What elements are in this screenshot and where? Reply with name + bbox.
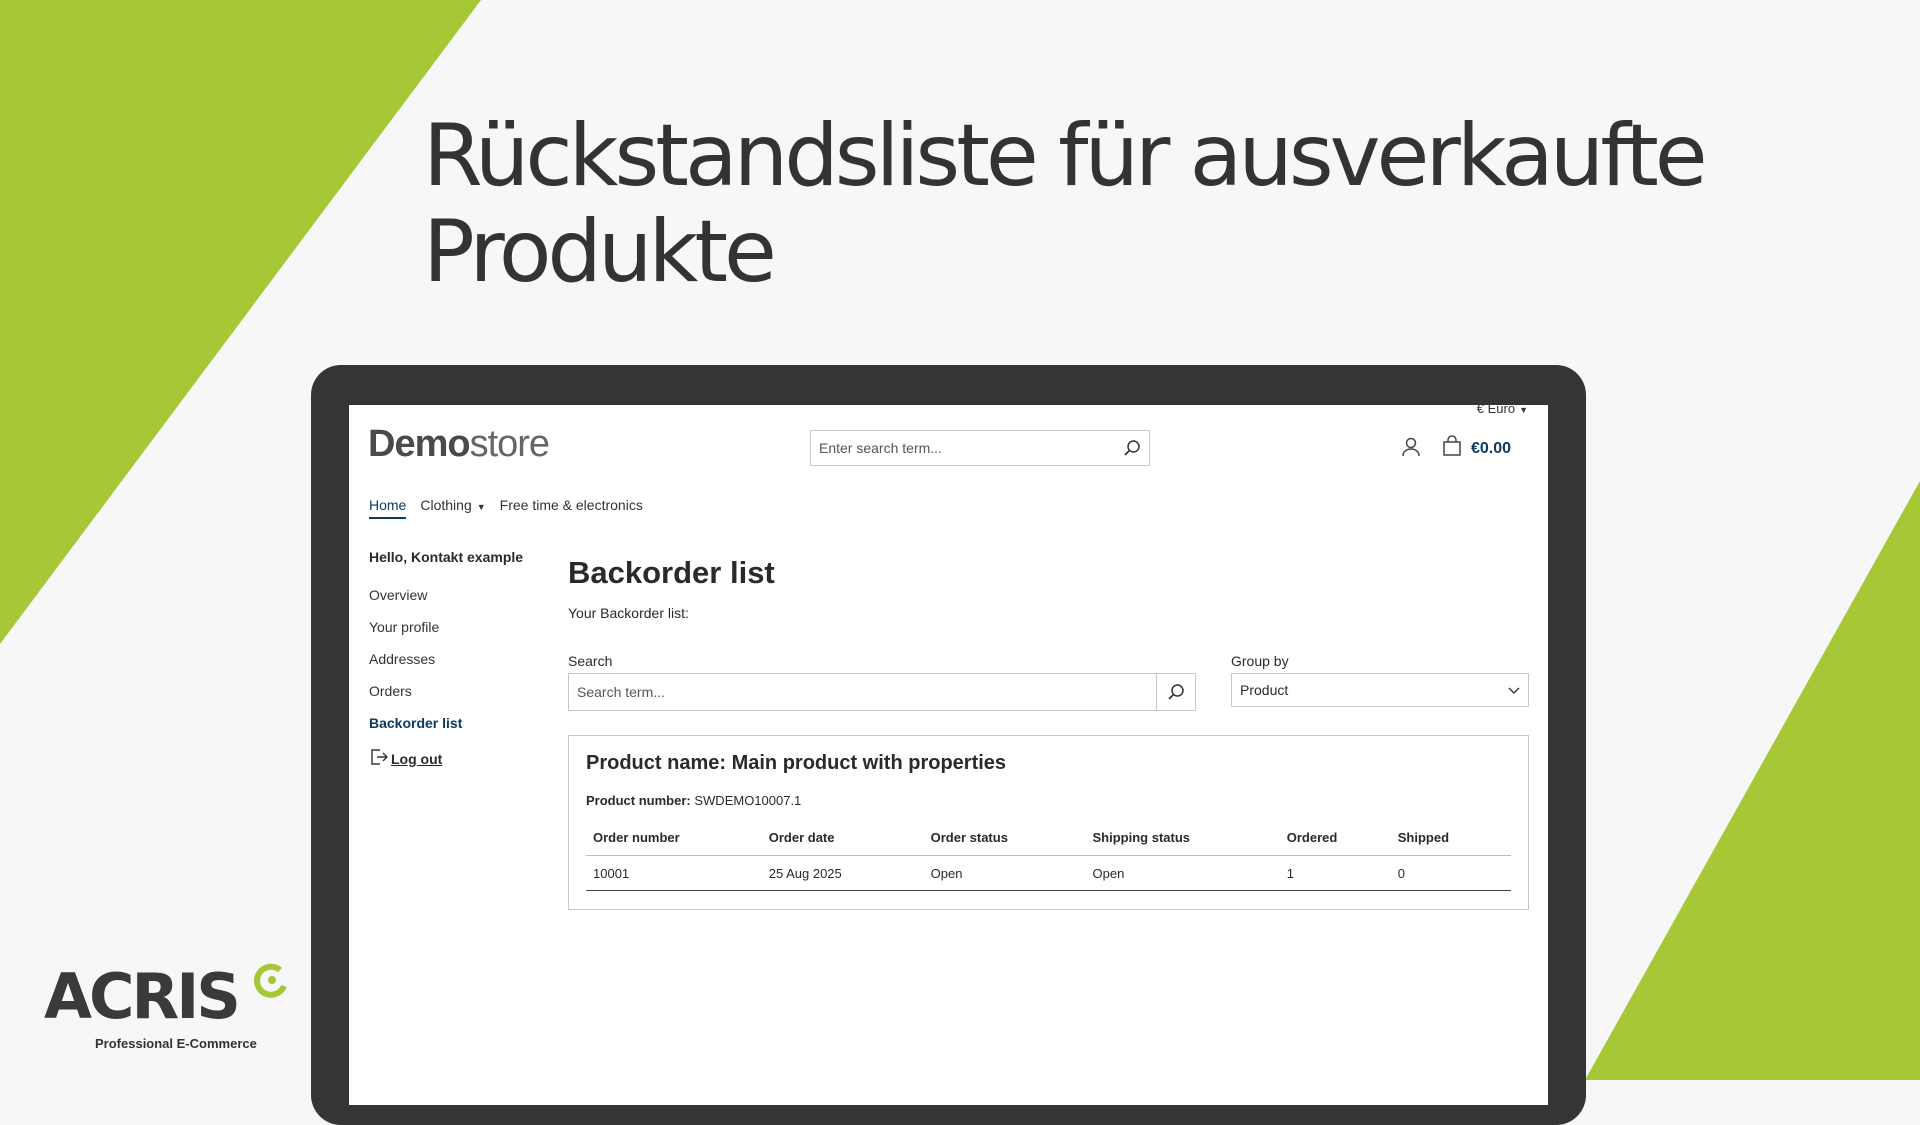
currency-selector[interactable]: € Euro ▼ <box>1477 405 1528 416</box>
col-order-date: Order date <box>761 830 924 856</box>
sidebar-item-overview[interactable]: Overview <box>369 587 549 603</box>
product-number: Product number: SWDEMO10007.1 <box>586 793 1511 808</box>
browser-screen: € Euro▼ Demostore €0.00 Home Clothing▼ F… <box>349 405 1548 1105</box>
chevron-down-icon: ▼ <box>1519 405 1528 415</box>
headline-line-2: Produkte <box>423 202 777 302</box>
product-number-label: Product number: <box>586 793 691 808</box>
logout-icon <box>369 747 389 770</box>
sidebar-item-backorder-list[interactable]: Backorder list <box>369 715 549 731</box>
main-navigation: Home Clothing ▼ Free time & electronics <box>369 497 643 519</box>
logout-link[interactable]: Log out <box>369 747 549 770</box>
chevron-down-icon <box>1508 682 1520 698</box>
backorder-table: Order number Order date Order status Shi… <box>586 830 1511 891</box>
store-logo[interactable]: Demostore <box>368 423 550 466</box>
groupby-label: Group by <box>1231 653 1289 669</box>
main-content: Backorder list Your Backorder list: Sear… <box>568 555 1529 910</box>
groupby-select[interactable]: Product <box>1231 673 1529 707</box>
product-name: Product name: Main product with properti… <box>586 752 1007 774</box>
nav-clothing-label: Clothing <box>420 497 472 513</box>
header-search <box>810 430 1150 466</box>
logout-label: Log out <box>391 750 443 767</box>
backorder-search-input[interactable] <box>569 674 1118 710</box>
table-row: 10001 25 Aug 2025 Open Open 1 0 <box>586 855 1511 891</box>
headline: Rückstandsliste für ausverkaufte Produkt… <box>423 108 1723 300</box>
sidebar-item-profile[interactable]: Your profile <box>369 619 549 635</box>
caret-down-icon: ▼ <box>476 502 486 512</box>
col-order-number: Order number <box>586 830 762 856</box>
cell-shipped: 0 <box>1390 855 1511 891</box>
cell-order-status: Open <box>923 855 1086 891</box>
product-card: Product name: Main product with properti… <box>568 735 1529 910</box>
col-shipping-status: Shipping status <box>1085 830 1280 856</box>
groupby-value: Product <box>1240 682 1289 698</box>
cell-order-date: 25 Aug 2025 <box>761 855 924 891</box>
logo-light: store <box>469 423 550 465</box>
page-subtitle: Your Backorder list: <box>568 605 689 621</box>
currency-label: € Euro <box>1476 405 1516 416</box>
col-shipped: Shipped <box>1390 830 1511 856</box>
acris-emblem-icon <box>254 963 287 998</box>
account-sidebar: Hello, Kontakt example Overview Your pro… <box>369 549 549 770</box>
user-icon[interactable] <box>1401 436 1421 458</box>
product-number-value: SWDEMO10007.1 <box>694 793 802 808</box>
col-ordered: Ordered <box>1279 830 1391 856</box>
col-order-status: Order status <box>923 830 1086 856</box>
nav-clothing[interactable]: Clothing ▼ <box>420 497 485 519</box>
cart-icon[interactable] <box>1442 435 1462 457</box>
sidebar-item-addresses[interactable]: Addresses <box>369 651 549 667</box>
cell-shipping-status: Open <box>1085 855 1280 891</box>
acris-logo: ACRIS Professional E-Commerce <box>44 960 304 1056</box>
acris-tagline: Professional E-Commerce <box>95 1036 257 1051</box>
search-icon[interactable] <box>1156 674 1195 710</box>
search-label: Search <box>568 653 613 669</box>
page-title: Backorder list <box>568 555 775 590</box>
acris-wordmark: ACRIS <box>44 960 241 1033</box>
green-triangle-right <box>1585 481 1920 1080</box>
nav-free-time[interactable]: Free time & electronics <box>500 497 643 519</box>
headline-line-1: Rückstandsliste für ausverkaufte <box>423 106 1708 206</box>
table-header: Order number Order date Order status Shi… <box>586 830 1511 856</box>
filters: Search Group by Product <box>568 653 1529 713</box>
backorder-search <box>568 673 1196 711</box>
cell-order-number: 10001 <box>586 855 762 891</box>
search-icon[interactable] <box>1121 437 1143 459</box>
logo-bold: Demo <box>368 423 471 465</box>
greeting: Hello, Kontakt example <box>369 549 524 565</box>
header-search-input[interactable] <box>811 431 1115 465</box>
cell-ordered: 1 <box>1279 855 1391 891</box>
cart-total[interactable]: €0.00 <box>1471 440 1511 458</box>
nav-home[interactable]: Home <box>369 497 407 519</box>
sidebar-item-orders[interactable]: Orders <box>369 683 549 699</box>
